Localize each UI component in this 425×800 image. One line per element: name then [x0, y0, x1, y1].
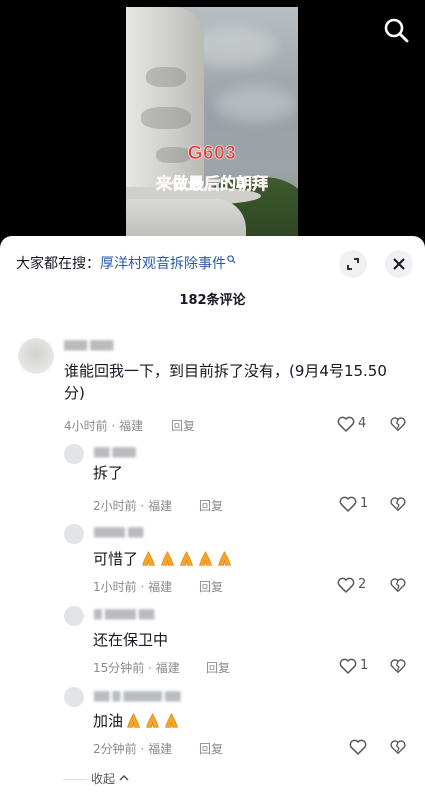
broken-heart-icon[interactable]: [389, 576, 407, 594]
small-search-icon: [227, 255, 236, 264]
statue-pedestal: [126, 199, 246, 240]
comment-meta: 4小时前 · 福建: [64, 419, 144, 433]
praying-hands-emoji: [165, 712, 178, 728]
collapse-replies-button[interactable]: 收起: [63, 770, 129, 787]
search-suggestion-keyword[interactable]: 厚洋村观音拆除事件: [100, 256, 226, 272]
expand-button[interactable]: [339, 250, 367, 278]
reply-button[interactable]: 回复: [199, 740, 223, 757]
like-count: 1: [360, 496, 369, 511]
collapse-label: 收起: [91, 772, 116, 786]
search-button[interactable]: [382, 16, 410, 44]
broken-heart-icon[interactable]: [389, 495, 407, 513]
video-caption-text: 来做最后的朝拜: [155, 174, 269, 194]
avatar[interactable]: [64, 606, 84, 626]
heart-outline-icon[interactable]: [348, 737, 368, 757]
heart-outline-icon[interactable]: [336, 575, 356, 595]
broken-heart-icon[interactable]: [389, 415, 407, 433]
comment-meta: 2分钟前 · 福建: [93, 742, 173, 756]
avatar[interactable]: [64, 524, 84, 544]
broken-heart-icon[interactable]: [389, 738, 407, 756]
comment-text: 谁能回我一下，到目前拆了没有，(9月4号15.50分): [64, 362, 387, 402]
comment-count: 182条评论: [179, 293, 246, 308]
expand-icon: [347, 258, 359, 270]
username-blurred[interactable]: ▇▇▇▇ ▇▇: [94, 527, 143, 538]
heart-outline-icon[interactable]: [338, 656, 358, 676]
comment-text: 还在保卫中: [93, 631, 169, 649]
comment-sheet: 大家都在搜：厚洋村观音拆除事件 182条评论 ▇▇▇ ▇▇▇ 谁能回我一下，到目…: [0, 236, 425, 800]
praying-hands-emoji: [180, 550, 193, 566]
avatar[interactable]: [64, 444, 84, 464]
video-caption-code: G603: [187, 143, 237, 165]
cloud: [216, 87, 296, 122]
praying-hands-emoji: [199, 550, 212, 566]
comment-meta: 2小时前 · 福建: [93, 499, 173, 513]
username-blurred[interactable]: ▇▇▇ ▇▇▇: [64, 340, 113, 351]
reply-button[interactable]: 回复: [199, 578, 223, 595]
praying-hands-emoji: [161, 550, 174, 566]
reply-button[interactable]: 回复: [206, 659, 230, 676]
praying-hands-emoji: [127, 712, 140, 728]
comment-text-content: 加油: [93, 712, 124, 730]
search-icon: [384, 18, 409, 43]
reply-button[interactable]: 回复: [199, 497, 223, 514]
video-player[interactable]: G603 来做最后的朝拜: [0, 0, 425, 240]
close-icon: [393, 258, 405, 270]
search-suggestion-prefix: 大家都在搜：: [16, 256, 100, 272]
heart-outline-icon[interactable]: [336, 414, 356, 434]
comment-text-content: 可惜了: [93, 550, 139, 568]
praying-hands-emoji: [142, 550, 155, 566]
comment-text: 拆了: [93, 464, 124, 482]
comment-meta: 1小时前 · 福建: [93, 580, 173, 594]
comment-text: 可惜了: [93, 548, 233, 570]
praying-hands-emoji: [218, 550, 231, 566]
heart-outline-icon[interactable]: [338, 494, 358, 514]
like-count: 4: [358, 416, 367, 431]
username-blurred[interactable]: ▇ ▇▇▇▇ ▇▇: [94, 609, 154, 620]
search-suggestion[interactable]: 大家都在搜：厚洋村观音拆除事件: [16, 253, 236, 273]
like-count: 1: [360, 658, 369, 673]
comment-text: 加油: [93, 710, 180, 732]
username-blurred[interactable]: ▇▇ ▇ ▇▇▇▇▇ ▇▇: [94, 691, 180, 702]
avatar[interactable]: [64, 687, 84, 707]
like-count: 2: [358, 577, 367, 592]
divider: [63, 779, 87, 780]
reply-button[interactable]: 回复: [171, 417, 195, 434]
broken-heart-icon[interactable]: [389, 657, 407, 675]
chevron-up-icon: [119, 774, 129, 781]
avatar[interactable]: [18, 338, 54, 374]
praying-hands-emoji: [146, 712, 159, 728]
video-frame[interactable]: G603 来做最后的朝拜: [126, 7, 298, 240]
comment-meta: 15分钟前 · 福建: [93, 661, 180, 675]
close-button[interactable]: [385, 250, 413, 278]
username-blurred[interactable]: ▇▇ ▇▇▇: [94, 447, 136, 458]
